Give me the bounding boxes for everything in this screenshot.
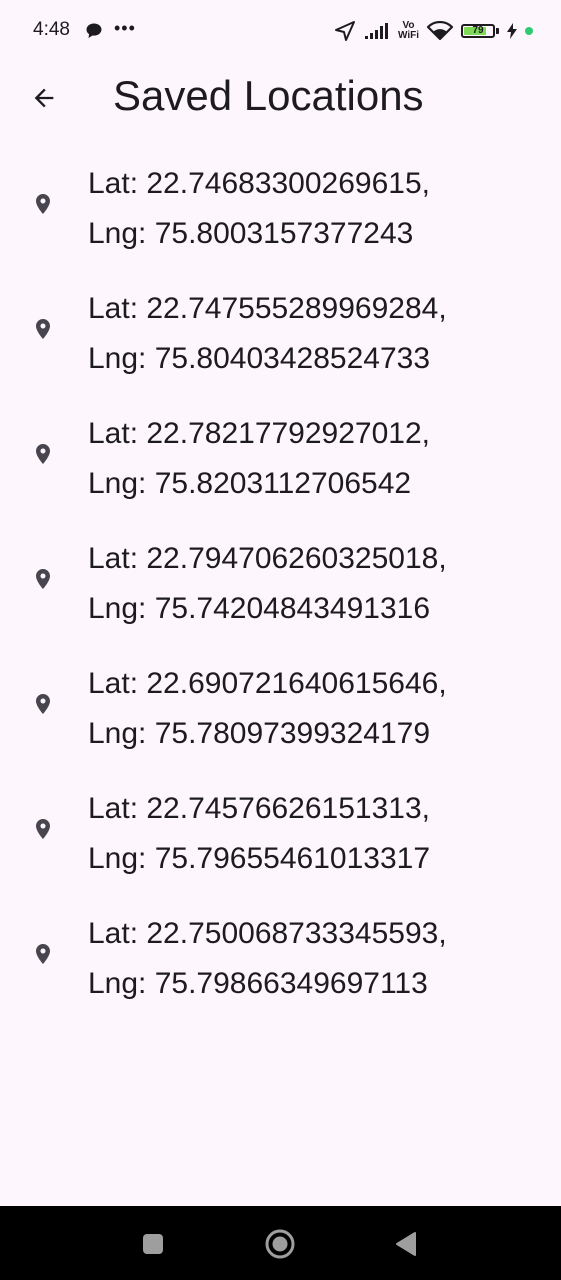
latitude-text: Lat: 22.74576626151313,	[88, 792, 430, 825]
location-list-item[interactable]: Lat: 22.78217792927012, Lng: 75.82031127…	[0, 405, 561, 530]
location-arrow-icon	[334, 21, 355, 41]
home-circle-icon	[265, 1229, 295, 1259]
app-bar: Saved Locations	[0, 60, 561, 136]
battery-icon: 79	[461, 24, 495, 38]
latitude-text: Lat: 22.747555289969284,	[88, 292, 447, 325]
location-pin-icon	[36, 819, 50, 839]
location-coordinates: Lat: 22.690721640615646, Lng: 75.7809739…	[88, 659, 447, 759]
location-list-item[interactable]: Lat: 22.750068733345593, Lng: 75.7986634…	[0, 905, 561, 1030]
arrow-left-icon	[34, 88, 54, 108]
location-list-item[interactable]: Lat: 22.690721640615646, Lng: 75.7809739…	[0, 655, 561, 780]
longitude-text: Lng: 75.8003157377243	[88, 217, 414, 250]
wifi-icon	[427, 21, 453, 41]
longitude-text: Lng: 75.8203112706542	[88, 467, 412, 500]
location-coordinates: Lat: 22.78217792927012, Lng: 75.82031127…	[88, 409, 430, 509]
location-coordinates: Lat: 22.794706260325018, Lng: 75.7420484…	[88, 534, 447, 634]
longitude-text: Lng: 75.80403428524733	[88, 342, 431, 375]
location-list-item[interactable]: Lat: 22.747555289969284, Lng: 75.8040342…	[0, 280, 561, 405]
back-button[interactable]	[20, 76, 68, 120]
location-pin-icon	[36, 944, 50, 964]
system-back-button[interactable]	[386, 1224, 426, 1264]
battery-level: 79	[472, 25, 484, 36]
location-pin-icon	[36, 569, 50, 589]
vowifi-label: Vo WiFi	[397, 20, 419, 41]
charging-bolt-icon	[507, 23, 517, 39]
recents-square-icon	[143, 1234, 163, 1254]
longitude-text: Lng: 75.79655461013317	[88, 842, 431, 875]
latitude-text: Lat: 22.78217792927012,	[88, 417, 430, 450]
privacy-indicator-dot	[525, 27, 533, 35]
latitude-text: Lat: 22.750068733345593,	[88, 917, 447, 950]
back-triangle-icon	[396, 1232, 416, 1256]
location-coordinates: Lat: 22.74683300269615, Lng: 75.80031573…	[88, 159, 430, 259]
page-title: Saved Locations	[113, 72, 424, 119]
latitude-text: Lat: 22.794706260325018,	[88, 542, 447, 575]
status-time: 4:48	[33, 19, 70, 40]
location-list-item[interactable]: Lat: 22.74683300269615, Lng: 75.80031573…	[0, 155, 561, 280]
status-icons: Vo WiFi 79	[334, 18, 533, 44]
location-pin-icon	[36, 694, 50, 714]
location-pin-icon	[36, 319, 50, 339]
location-pin-icon	[36, 444, 50, 464]
chat-bubble-icon	[86, 23, 102, 38]
location-coordinates: Lat: 22.74576626151313, Lng: 75.79655461…	[88, 784, 430, 884]
signal-icon	[364, 23, 388, 39]
status-bar: 4:48 ••• Vo WiFi 79	[0, 0, 561, 60]
saved-locations-list: Lat: 22.74683300269615, Lng: 75.80031573…	[0, 155, 561, 1030]
latitude-text: Lat: 22.74683300269615,	[88, 167, 430, 200]
longitude-text: Lng: 75.79866349697113	[88, 967, 428, 1000]
latitude-text: Lat: 22.690721640615646,	[88, 667, 447, 700]
location-coordinates: Lat: 22.750068733345593, Lng: 75.7986634…	[88, 909, 447, 1009]
location-coordinates: Lat: 22.747555289969284, Lng: 75.8040342…	[88, 284, 447, 384]
home-button[interactable]	[260, 1224, 300, 1264]
battery-tip	[496, 28, 499, 34]
longitude-text: Lng: 75.74204843491316	[88, 592, 431, 625]
location-list-item[interactable]: Lat: 22.794706260325018, Lng: 75.7420484…	[0, 530, 561, 655]
longitude-text: Lng: 75.78097399324179	[88, 717, 431, 750]
location-list-item[interactable]: Lat: 22.74576626151313, Lng: 75.79655461…	[0, 780, 561, 905]
location-pin-icon	[36, 194, 50, 214]
recents-button[interactable]	[133, 1224, 173, 1264]
system-nav-bar	[0, 1206, 561, 1280]
more-dots-icon: •••	[114, 18, 136, 38]
